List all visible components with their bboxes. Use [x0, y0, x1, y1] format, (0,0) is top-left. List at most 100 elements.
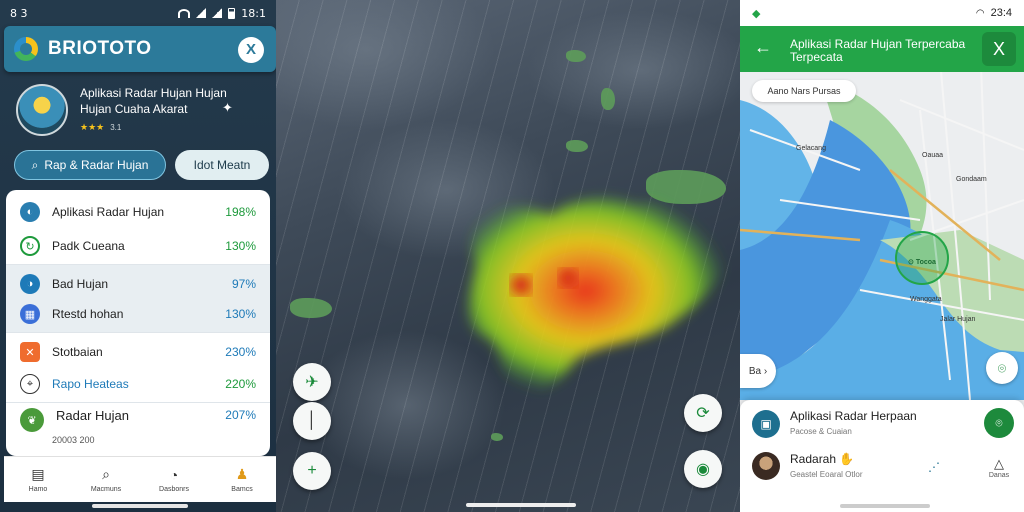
- radar-chip-button[interactable]: ⌕ Rap & Radar Hujan: [14, 150, 166, 180]
- map-title: Aplikasi Radar Hujan Terpercaba Terpecat…: [790, 37, 966, 64]
- leaf-icon: ❦: [20, 408, 44, 432]
- layers-button[interactable]: ✈: [293, 363, 331, 401]
- home-icon: ▤: [31, 466, 45, 482]
- row-divider: [6, 402, 270, 403]
- wifi-icon: [178, 8, 191, 18]
- nav-chat[interactable]: ◔ Dasbonrs: [140, 457, 208, 502]
- plus-icon: +: [307, 462, 317, 479]
- wifi-icon: ◠: [975, 7, 985, 19]
- nav-home[interactable]: ▤ Hamo: [4, 457, 72, 502]
- chat-icon: ◔: [169, 466, 179, 483]
- close-button[interactable]: X: [238, 37, 264, 63]
- status-icons: ◠ 23:4: [976, 7, 1012, 19]
- signal-icon-2: [212, 8, 223, 18]
- compass-icon: ⟳: [696, 405, 710, 422]
- compass-button[interactable]: ⟳: [684, 394, 722, 432]
- signal-icon: [196, 8, 207, 18]
- target-icon: ◉: [696, 461, 710, 478]
- radar-screen: ✈ │ + ⟳ ◉: [276, 0, 740, 512]
- list-item[interactable]: ❦ Radar Hujan 207% 20003 200: [6, 408, 270, 445]
- sheet-item-subtitle: Pacose & Cuaian: [790, 427, 852, 436]
- row-divider: [6, 332, 270, 333]
- list-item-label: Padk Cueana: [52, 239, 125, 253]
- list-item[interactable]: ⌖ Rapo Heateas 220%: [6, 372, 270, 396]
- storm-icon: ✕: [20, 342, 40, 362]
- radar-heatmap: [469, 198, 728, 391]
- navigate-button[interactable]: △ Danas: [984, 456, 1014, 479]
- close-button[interactable]: X: [982, 32, 1016, 66]
- map-zoom-label: Ba: [748, 365, 762, 377]
- map-label: Jalar Hujan: [940, 316, 976, 323]
- radar-overlay: [469, 198, 728, 391]
- person-icon[interactable]: ✦: [222, 100, 233, 116]
- map-label: Oauaa: [922, 152, 944, 159]
- map-label: Wanggata: [910, 296, 942, 303]
- app-header: BRIOTOTO X: [4, 26, 276, 72]
- list-item-value: 97%: [231, 277, 256, 291]
- list-item-value: 207%: [225, 408, 256, 422]
- map-header: ← Aplikasi Radar Hujan Terpercaba Terpec…: [740, 26, 1024, 72]
- battery-icon: [228, 7, 236, 19]
- list-item-label: Radar Hujan: [56, 408, 129, 423]
- map-marker-label[interactable]: ⊙ Tocoa: [908, 258, 936, 266]
- search-icon: ⌕: [102, 466, 110, 482]
- share-icon[interactable]: ⋰: [928, 460, 940, 474]
- meta-chip-button[interactable]: Idot Meatn: [175, 150, 269, 180]
- sheet-item-title-text: Radarah: [790, 452, 837, 466]
- sheet-item-title[interactable]: Radarah ✋: [790, 452, 854, 466]
- app-list-screen: 8 3 18:1 BRIOTOTO X Aplikasi Radar Hujan…: [0, 0, 276, 512]
- status-bar: 8 3 18:1: [0, 0, 276, 26]
- list-item[interactable]: ◑ Bad Hujan 97%: [6, 272, 270, 296]
- navigate-icon: △: [994, 456, 1004, 471]
- map-screen: Gelacang Oauaa Gondaam Jalar Hujan Wangg…: [740, 0, 1024, 512]
- avatar: [752, 452, 780, 480]
- pin-icon: ⌾: [997, 360, 1007, 376]
- heat-core: [511, 275, 531, 295]
- nav-profile[interactable]: ♟ Bamcs: [208, 457, 276, 502]
- app-title: BRIOTOTO: [48, 38, 152, 59]
- list-item[interactable]: ▦ Rtestd hohan 130%: [6, 302, 270, 326]
- nav-search[interactable]: ⌕ Macmuns: [72, 457, 140, 502]
- grid-icon: ▦: [20, 304, 40, 324]
- back-arrow-icon[interactable]: ←: [754, 37, 772, 58]
- sheet-item-title[interactable]: Aplikasi Radar Herpaan: [790, 409, 917, 423]
- radar-icon: ◐: [20, 202, 40, 222]
- app-info: Aplikasi Radar Hujan Hujan Hujan Cuaha A…: [16, 84, 266, 140]
- list-item[interactable]: ↻ Padk Cueana 130%: [6, 234, 270, 258]
- status-time: 18:1: [241, 6, 266, 20]
- nav-chat-label: Dasbonrs: [159, 485, 189, 493]
- app-badge-icon: ◆: [752, 7, 761, 20]
- location-pin-icon[interactable]: ⌾: [984, 408, 1014, 438]
- status-time: 23:4: [990, 7, 1012, 19]
- list-item[interactable]: ✕ Stotbaian 230%: [6, 340, 270, 364]
- list-item-value: 130%: [225, 307, 256, 321]
- sheet-item-subtitle: Geastel Eoaral Otlor: [790, 470, 863, 479]
- nav-search-label: Macmuns: [90, 486, 122, 493]
- slider-icon: │: [307, 412, 317, 429]
- gesture-bar: [466, 503, 576, 507]
- zoom-slider[interactable]: │: [293, 402, 331, 440]
- rating-stars: ★★★ 3.1: [80, 122, 122, 132]
- list-item[interactable]: ◐ Aplikasi Radar Hujan 198%: [6, 200, 270, 224]
- list-item-value: 130%: [225, 239, 256, 253]
- app-logo-icon: [14, 37, 38, 61]
- nav-home-label: Hamo: [28, 486, 48, 493]
- map-filter-chip[interactable]: Aano Nars Pursas: [752, 80, 856, 102]
- status-bar: ◆ ◠ 23:4: [740, 0, 1024, 26]
- app-list: ◐ Aplikasi Radar Hujan 198% ↻ Padk Cuean…: [6, 190, 270, 456]
- locate-button[interactable]: ◉: [684, 450, 722, 488]
- list-item-subtitle: 20003 200: [52, 435, 95, 445]
- status-icons: 18:1: [178, 7, 266, 20]
- location-pin-button[interactable]: ⌾: [986, 352, 1018, 384]
- radar-chip-label: Rap & Radar Hujan: [44, 158, 149, 172]
- bottom-nav: ▤ Hamo ⌕ Macmuns ◔ Dasbonrs ♟ Bamcs: [4, 456, 276, 502]
- list-item-value: 220%: [225, 377, 256, 391]
- meta-chip-label: Idot Meatn: [193, 158, 251, 172]
- bottom-sheet: ▣ Aplikasi Radar Herpaan Pacose & Cuaian…: [740, 400, 1024, 512]
- info-title: Aplikasi Radar Hujan Hujan: [80, 86, 227, 100]
- list-item-label: Bad Hujan: [52, 277, 109, 291]
- plane-icon: ✈: [305, 374, 319, 391]
- map-zoom-button[interactable]: Ba ›: [740, 354, 776, 388]
- weather-icon: ◑: [20, 274, 40, 294]
- zoom-in-button[interactable]: +: [293, 452, 331, 490]
